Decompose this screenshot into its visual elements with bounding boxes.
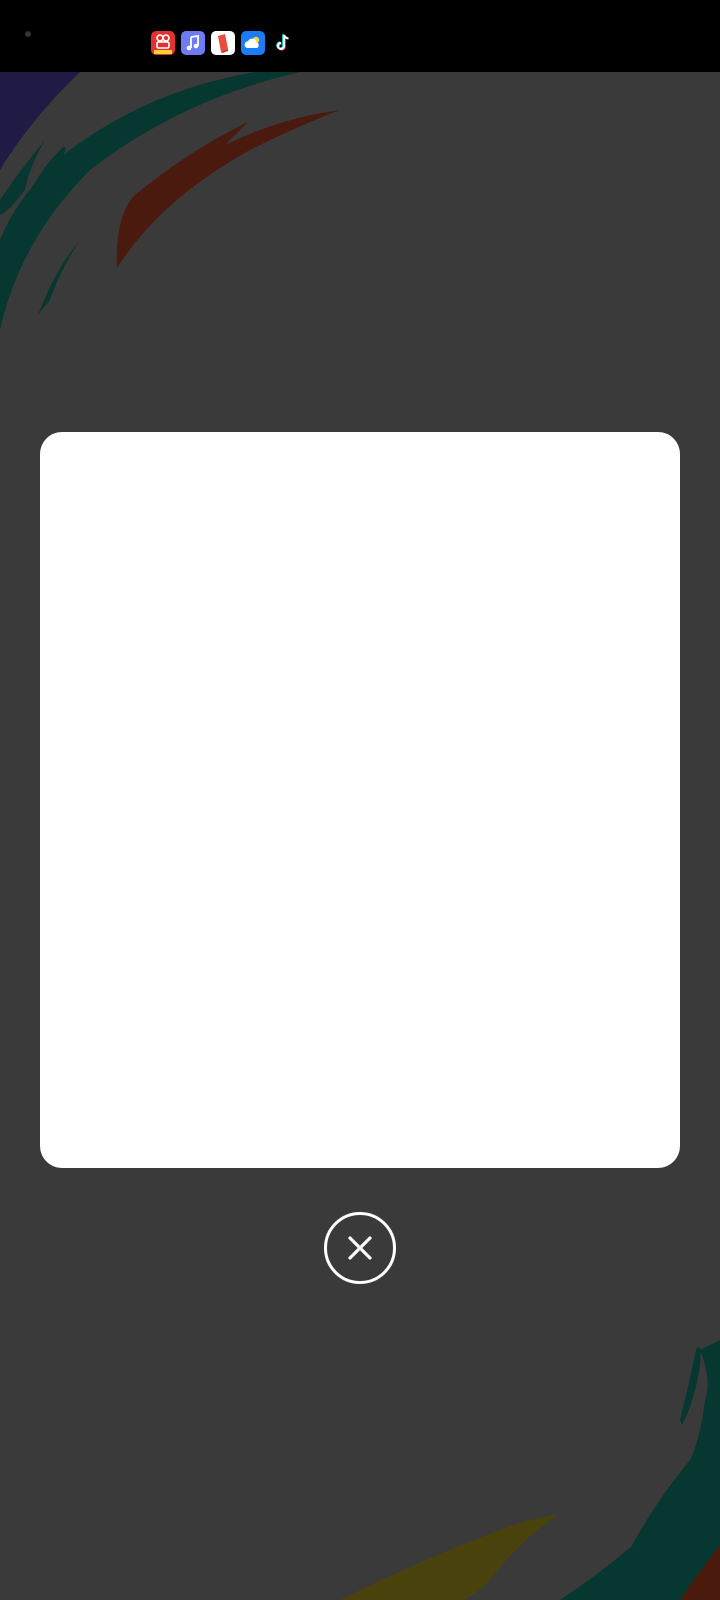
kuaishou-app-icon (151, 31, 175, 55)
tiktok-app-icon (271, 31, 295, 55)
status-bar (0, 0, 720, 72)
music-app-icon (181, 31, 205, 55)
weather-app-icon (241, 31, 265, 55)
reader-app-icon (211, 31, 235, 55)
close-button[interactable] (324, 1212, 396, 1284)
popup-dialog-card (40, 432, 680, 1168)
notification-icons (151, 31, 295, 55)
close-icon (348, 1236, 372, 1260)
camera-dot (25, 31, 31, 37)
